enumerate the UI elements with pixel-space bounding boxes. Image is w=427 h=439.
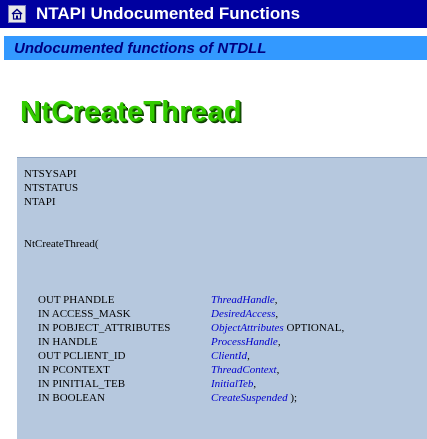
title-bar: NTAPI Undocumented Functions: [0, 0, 427, 28]
param-type: IN PCONTEXT: [38, 364, 110, 376]
param-type: OUT PCLIENT_ID: [38, 350, 126, 362]
function-heading: NtCreateThread: [20, 96, 242, 128]
page-title: NTAPI Undocumented Functions: [36, 4, 301, 23]
code-decl-line: NTAPI: [24, 196, 56, 208]
subtitle-bar: Undocumented functions of NTDLL: [4, 36, 427, 60]
param-type: IN PINITIAL_TEB: [38, 378, 126, 390]
code-block: NTSYSAPI NTSTATUS NTAPI NtCreateThread( …: [17, 157, 427, 439]
home-icon: [11, 8, 23, 20]
param-name: ThreadContext,: [211, 364, 280, 376]
param-type: IN ACCESS_MASK: [38, 308, 131, 320]
param-name: ThreadHandle,: [211, 294, 278, 306]
param-type: IN POBJECT_ATTRIBUTES: [38, 322, 171, 334]
param-type: IN HANDLE: [38, 336, 98, 348]
code-decl-line: NTSYSAPI: [24, 168, 77, 180]
param-name: ObjectAttributes OPTIONAL,: [211, 322, 345, 334]
param-type: IN BOOLEAN: [38, 392, 105, 404]
param-name: DesiredAccess,: [211, 308, 279, 320]
code-call-line: NtCreateThread(: [24, 238, 99, 250]
param-type: OUT PHANDLE: [38, 294, 115, 306]
param-name: ClientId,: [211, 350, 250, 362]
home-button[interactable]: [8, 5, 26, 23]
param-name: ProcessHandle,: [211, 336, 281, 348]
subtitle: Undocumented functions of NTDLL: [14, 39, 267, 57]
code-decl-line: NTSTATUS: [24, 182, 79, 194]
param-name: CreateSuspended );: [211, 392, 298, 404]
param-name: InitialTeb,: [211, 378, 257, 390]
